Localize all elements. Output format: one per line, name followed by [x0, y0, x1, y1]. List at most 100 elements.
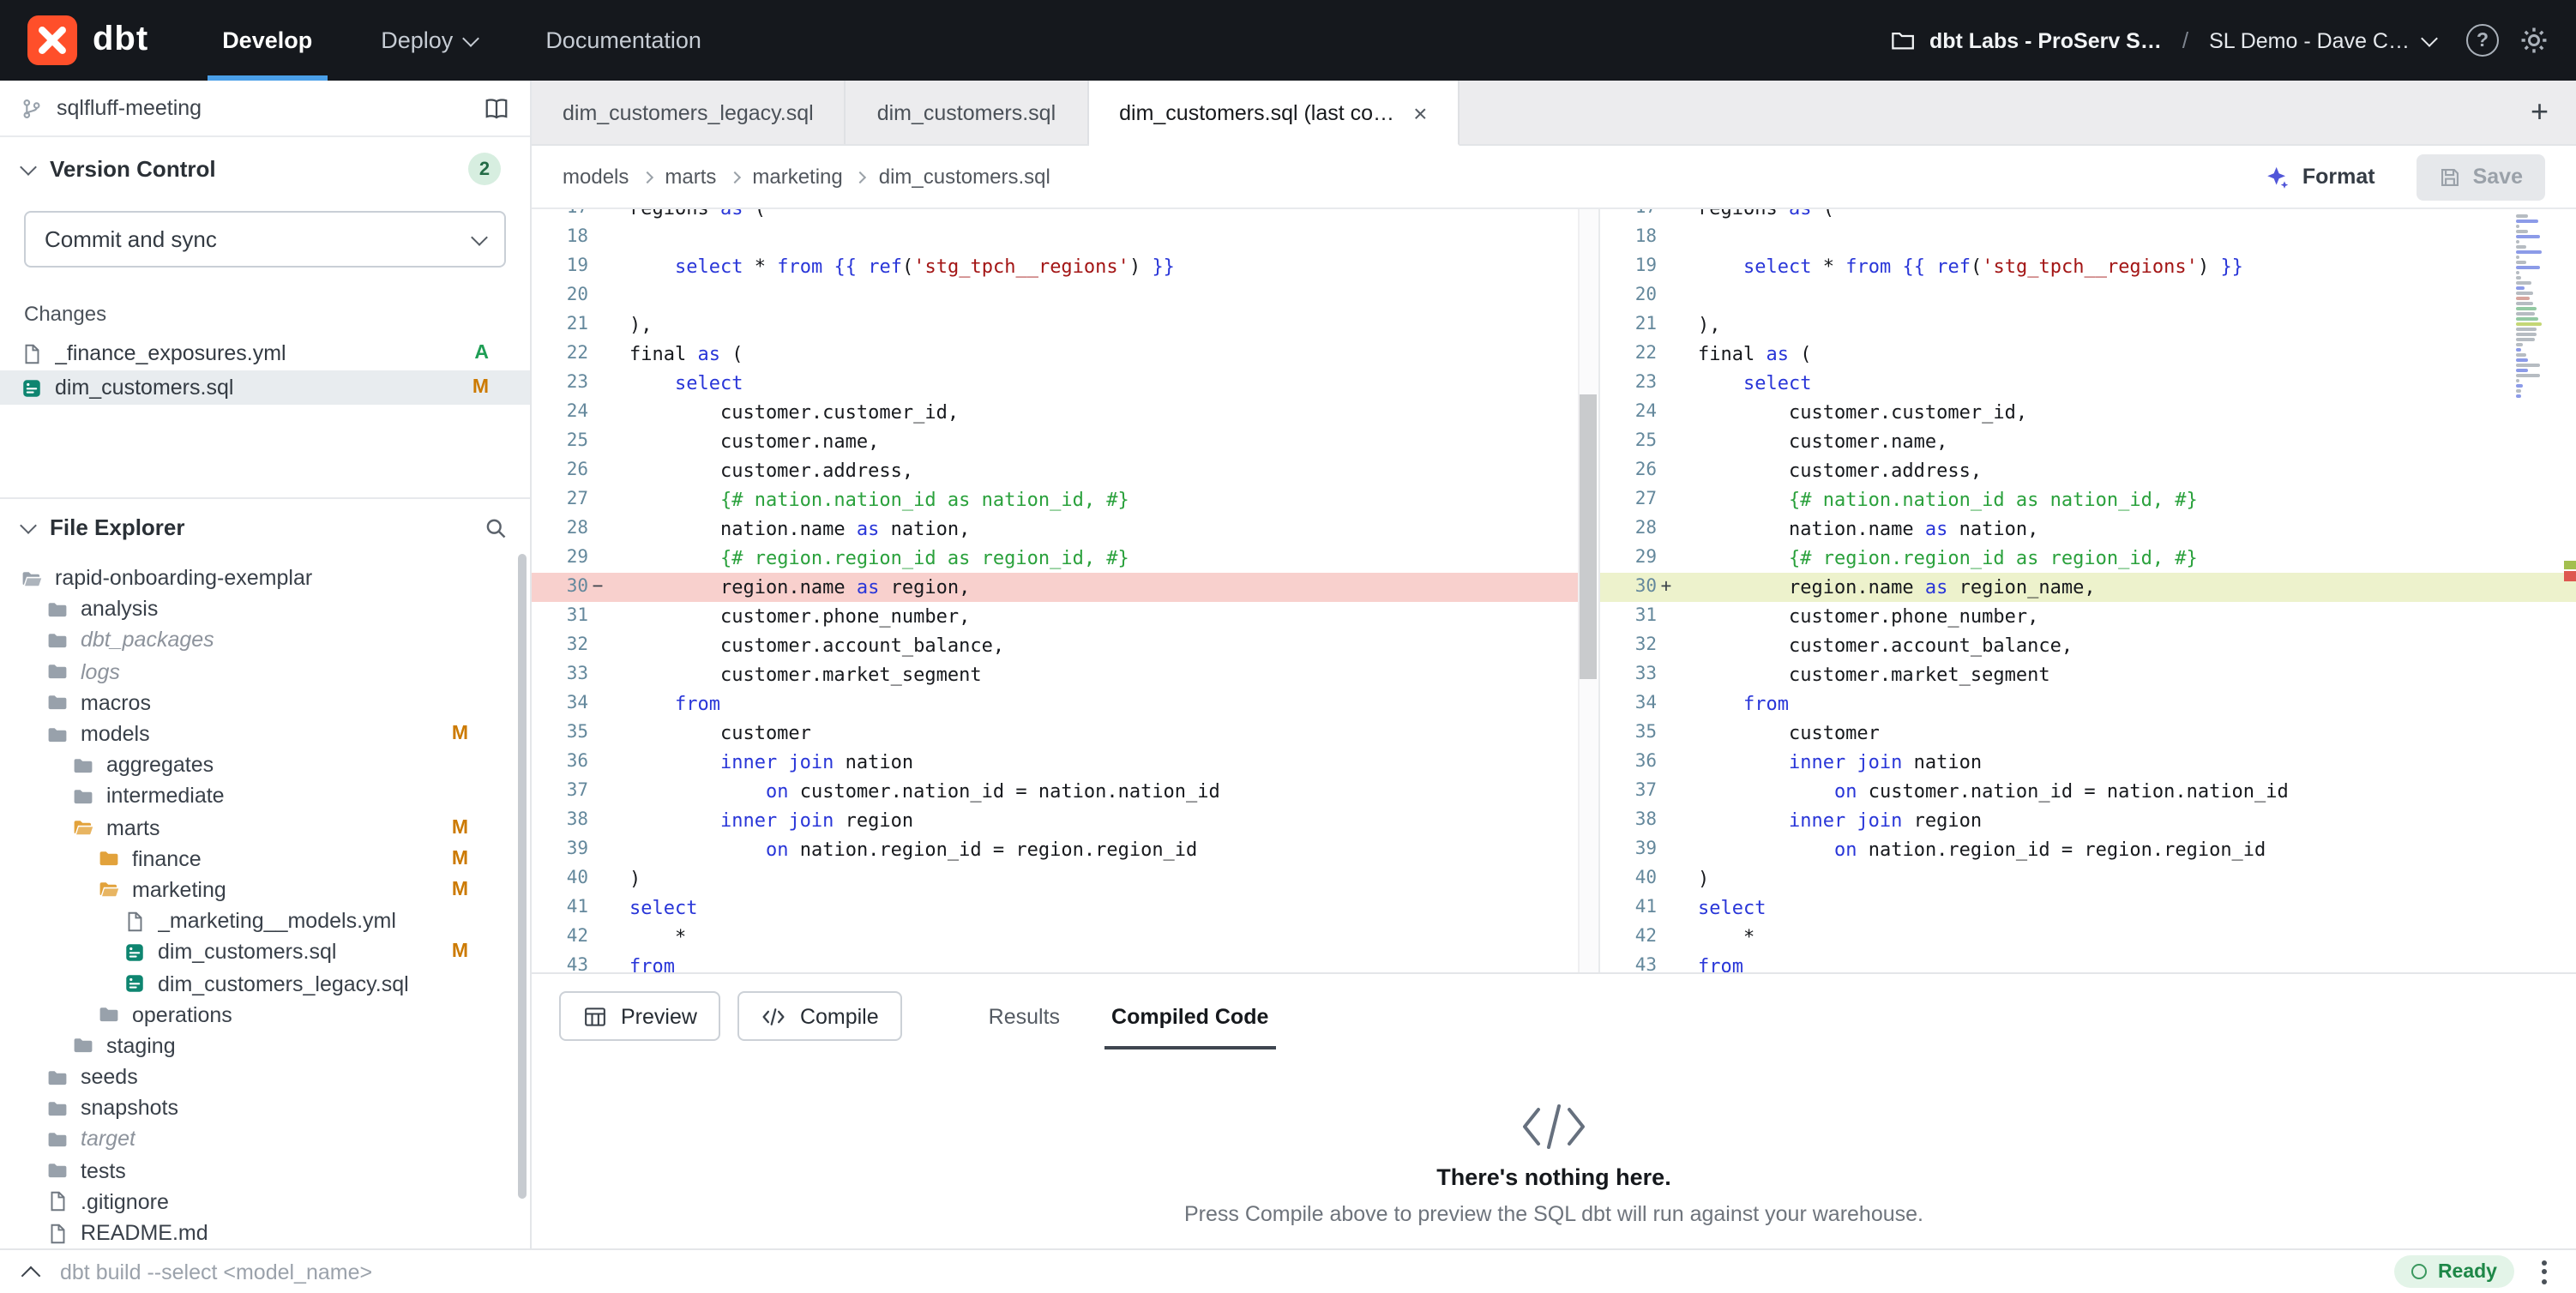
code-line[interactable]: 40): [532, 864, 1598, 893]
code-line[interactable]: 43from: [532, 952, 1598, 972]
code-line[interactable]: 24 customer.customer_id,: [532, 398, 1598, 427]
code-line[interactable]: 39 on nation.region_id = region.region_i…: [532, 835, 1598, 864]
code-line[interactable]: 42 *: [1600, 923, 2576, 952]
code-line[interactable]: 20: [532, 281, 1598, 310]
tab-results[interactable]: Results: [968, 992, 1080, 1040]
tab-compiled-code[interactable]: Compiled Code: [1091, 992, 1289, 1040]
tree-item-dim-customers-sql[interactable]: dim_customers.sqlM: [0, 937, 530, 968]
code-line[interactable]: 25 customer.name,: [532, 427, 1598, 456]
tree-item-seeds[interactable]: seeds: [0, 1061, 530, 1092]
code-line[interactable]: 23 select: [1600, 369, 2576, 398]
code-line[interactable]: 17regions as (: [1600, 209, 2576, 223]
ide-status-badge[interactable]: Ready: [2395, 1255, 2514, 1288]
code-line[interactable]: 41select: [532, 893, 1598, 923]
preview-button[interactable]: Preview: [559, 991, 721, 1041]
code-line[interactable]: 22final as (: [532, 340, 1598, 369]
docs-book-icon[interactable]: [484, 95, 509, 121]
code-line[interactable]: 40): [1600, 864, 2576, 893]
tree-item-snapshots[interactable]: snapshots: [0, 1092, 530, 1123]
code-line[interactable]: 29 {# region.region_id as region_id, #}: [532, 544, 1598, 573]
tree-item-marketing[interactable]: marketingM: [0, 875, 530, 905]
help-icon[interactable]: ?: [2466, 24, 2499, 57]
account-selector[interactable]: dbt Labs - ProServ S…: [1890, 27, 2162, 53]
tree-item-target[interactable]: target: [0, 1124, 530, 1155]
tree-item-dbt-packages[interactable]: dbt_packages: [0, 625, 530, 656]
code-line[interactable]: 21),: [1600, 310, 2576, 340]
diff-pane-right[interactable]: 17regions as (1819 select * from {{ ref(…: [1598, 209, 2576, 972]
tree-item-analysis[interactable]: analysis: [0, 593, 530, 624]
code-line[interactable]: 36 inner join nation: [1600, 748, 2576, 777]
tree-item-logs[interactable]: logs: [0, 656, 530, 687]
code-line[interactable]: 17regions as (: [532, 209, 1598, 223]
code-line[interactable]: 30+ region.name as region_name,: [1600, 573, 2576, 602]
left-pane-scrollbar[interactable]: [1578, 209, 1598, 972]
code-line[interactable]: 24 customer.customer_id,: [1600, 398, 2576, 427]
save-button[interactable]: Save: [2417, 153, 2545, 200]
new-tab-button[interactable]: +: [2531, 94, 2549, 130]
close-icon[interactable]: ×: [1413, 100, 1427, 124]
code-line[interactable]: 31 customer.phone_number,: [532, 602, 1598, 631]
tree-item-finance[interactable]: financeM: [0, 843, 530, 874]
tree-item-readme-md[interactable]: README.md: [0, 1218, 530, 1248]
code-line[interactable]: 21),: [532, 310, 1598, 340]
tree-item-rapid-onboarding-exemplar[interactable]: rapid-onboarding-exemplar: [0, 562, 530, 593]
tree-item-marketing-models-yml[interactable]: _marketing__models.yml: [0, 905, 530, 936]
nav-deploy[interactable]: Deploy: [376, 0, 482, 81]
code-line[interactable]: 28 nation.name as nation,: [1600, 514, 2576, 544]
code-line[interactable]: 30− region.name as region,: [532, 573, 1598, 602]
code-line[interactable]: 37 on customer.nation_id = nation.nation…: [532, 777, 1598, 806]
change-item-finance-exposures-yml[interactable]: _finance_exposures.ymlA: [0, 336, 530, 370]
code-line[interactable]: 18: [1600, 223, 2576, 252]
code-line[interactable]: 35 customer: [532, 719, 1598, 748]
nav-develop[interactable]: Develop: [217, 0, 317, 81]
compile-button[interactable]: Compile: [738, 991, 903, 1041]
code-line[interactable]: 22final as (: [1600, 340, 2576, 369]
editor-tab-dim-customers-sql[interactable]: dim_customers.sql: [846, 81, 1088, 144]
code-line[interactable]: 23 select: [532, 369, 1598, 398]
project-selector[interactable]: SL Demo - Dave C…: [2209, 28, 2435, 52]
code-line[interactable]: 27 {# nation.nation_id as nation_id, #}: [1600, 485, 2576, 514]
code-line[interactable]: 20: [1600, 281, 2576, 310]
format-button[interactable]: Format: [2265, 164, 2375, 189]
dbt-logo[interactable]: dbt: [27, 15, 148, 65]
tree-item-tests[interactable]: tests: [0, 1155, 530, 1186]
commit-and-sync-button[interactable]: Commit and sync: [24, 211, 506, 268]
code-line[interactable]: 33 customer.market_segment: [532, 660, 1598, 689]
code-line[interactable]: 26 customer.address,: [1600, 456, 2576, 485]
code-line[interactable]: 32 customer.account_balance,: [532, 631, 1598, 660]
editor-tab-dim-customers-sql-last-co[interactable]: dim_customers.sql (last co…×: [1088, 81, 1460, 146]
code-line[interactable]: 38 inner join region: [1600, 806, 2576, 835]
code-line[interactable]: 38 inner join region: [532, 806, 1598, 835]
nav-documentation[interactable]: Documentation: [540, 0, 707, 81]
code-line[interactable]: 26 customer.address,: [532, 456, 1598, 485]
code-line[interactable]: 28 nation.name as nation,: [532, 514, 1598, 544]
tree-item-staging[interactable]: staging: [0, 1031, 530, 1061]
chevron-up-icon[interactable]: [21, 1266, 41, 1285]
scrollbar-thumb[interactable]: [1580, 394, 1597, 679]
tree-item-gitignore[interactable]: .gitignore: [0, 1187, 530, 1218]
file-explorer-header[interactable]: File Explorer: [0, 497, 530, 556]
code-line[interactable]: 25 customer.name,: [1600, 427, 2576, 456]
minimap[interactable]: [2516, 214, 2561, 398]
commit-options-chevron[interactable]: [453, 213, 504, 266]
tree-item-intermediate[interactable]: intermediate: [0, 781, 530, 812]
code-line[interactable]: 34 from: [1600, 689, 2576, 719]
settings-gear-icon[interactable]: [2519, 26, 2549, 55]
tree-item-operations[interactable]: operations: [0, 999, 530, 1030]
kebab-menu-icon[interactable]: [2537, 1260, 2552, 1284]
tree-item-dim-customers-legacy-sql[interactable]: dim_customers_legacy.sql: [0, 968, 530, 999]
tree-item-macros[interactable]: macros: [0, 688, 530, 719]
code-line[interactable]: 39 on nation.region_id = region.region_i…: [1600, 835, 2576, 864]
code-line[interactable]: 41select: [1600, 893, 2576, 923]
tree-item-marts[interactable]: martsM: [0, 812, 530, 843]
editor-tab-dim-customers-legacy-sql[interactable]: dim_customers_legacy.sql: [532, 81, 846, 144]
code-line[interactable]: 42 *: [532, 923, 1598, 952]
code-line[interactable]: 19 select * from {{ ref('stg_tpch__regio…: [532, 252, 1598, 281]
diff-pane-left[interactable]: 17regions as (1819 select * from {{ ref(…: [532, 209, 1598, 972]
code-line[interactable]: 37 on customer.nation_id = nation.nation…: [1600, 777, 2576, 806]
tree-item-aggregates[interactable]: aggregates: [0, 749, 530, 780]
code-line[interactable]: 34 from: [532, 689, 1598, 719]
code-line[interactable]: 43from: [1600, 952, 2576, 972]
code-line[interactable]: 27 {# nation.nation_id as nation_id, #}: [532, 485, 1598, 514]
version-control-header[interactable]: Version Control 2: [0, 137, 530, 201]
